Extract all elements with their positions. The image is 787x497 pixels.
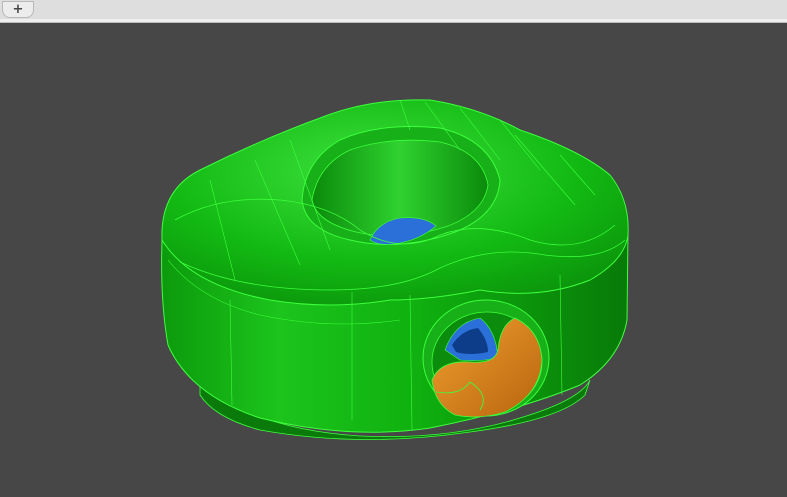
- tab-bar: +: [0, 0, 787, 20]
- new-tab-button[interactable]: +: [2, 1, 34, 18]
- plus-icon: +: [12, 2, 24, 17]
- 3d-viewport[interactable]: [0, 23, 787, 497]
- 3d-model-render: [161, 99, 629, 440]
